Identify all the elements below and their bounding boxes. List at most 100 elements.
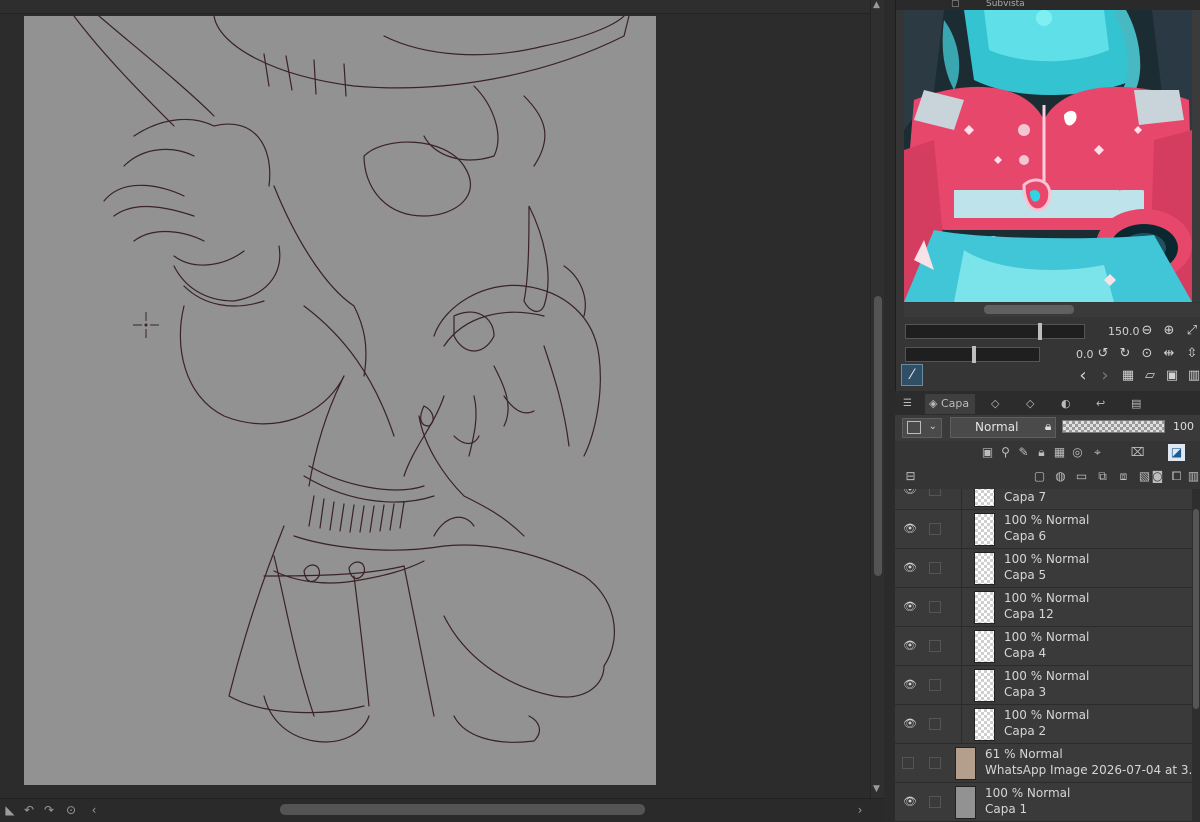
lock-transparency-icon[interactable]: ▦ <box>1051 444 1068 461</box>
subview-reference-image[interactable] <box>904 10 1192 302</box>
rotation-slider-knob[interactable] <box>972 346 976 363</box>
eye-icon[interactable]: 👁︎ <box>903 717 917 730</box>
zoom-fit-icon[interactable]: ◣ <box>2 802 18 818</box>
eye-icon[interactable]: 👁︎ <box>903 600 917 613</box>
eye-icon[interactable]: 👁︎ <box>903 489 917 496</box>
reset-rotation-icon[interactable]: ⊙ <box>1138 345 1156 363</box>
layer-edit-checkbox[interactable] <box>929 523 941 535</box>
panel-menu-icon[interactable]: ☰ <box>903 394 912 414</box>
canvas-workspace[interactable] <box>0 14 870 798</box>
layer-row[interactable]: 👁︎ 100 % Normal Capa 2 <box>895 705 1192 744</box>
visibility-checkbox[interactable] <box>902 757 914 769</box>
new-folder-icon[interactable]: ▭ <box>1073 468 1090 485</box>
grid-icon[interactable]: ▦ <box>1119 367 1137 385</box>
opacity-slider[interactable] <box>1062 420 1165 433</box>
combine-down-icon[interactable]: ⧈ <box>1115 468 1132 485</box>
trash-icon[interactable]: ▥ <box>1185 367 1200 385</box>
layer-edit-checkbox[interactable] <box>929 679 941 691</box>
tab-layer-property-icon[interactable]: ◇ <box>991 394 999 414</box>
tab-material-icon[interactable]: ▤ <box>1131 394 1141 414</box>
lock-icon[interactable]: 🔒︎ <box>1045 419 1051 434</box>
minus-circle-icon[interactable]: ⊖ <box>1138 322 1156 340</box>
layer-list[interactable]: 👁︎100 % NormalCapa 7👁︎100 % NormalCapa 6… <box>895 489 1192 822</box>
scroll-right-icon[interactable]: › <box>852 802 868 818</box>
layer-row[interactable]: 👁︎ 100 % NormalCapa 7 <box>895 489 1192 510</box>
layer-thumbnail <box>974 552 995 585</box>
chevron-right-icon[interactable]: › <box>1096 367 1114 385</box>
new-raster-layer-icon[interactable]: ▢ <box>1031 468 1048 485</box>
flip-vertical-icon[interactable]: ⇳ <box>1183 345 1200 363</box>
layer-panel-settings-icon[interactable]: ⊟ <box>902 468 919 485</box>
layer-edit-checkbox[interactable] <box>929 757 941 769</box>
tab-history-icon[interactable]: ↩ <box>1096 394 1105 414</box>
subview-vertical-scrollbar[interactable] <box>1192 10 1200 302</box>
layer-edit-checkbox[interactable] <box>929 489 941 496</box>
tab-color-icon[interactable]: ◐ <box>1061 394 1071 414</box>
reference-layer-icon[interactable]: ⚲ <box>997 444 1014 461</box>
layer-row[interactable]: 👁︎ 100 % Normal Capa 6 <box>895 510 1192 549</box>
eye-icon[interactable]: 👁︎ <box>903 561 917 574</box>
layer-edit-checkbox[interactable] <box>929 796 941 808</box>
enable-mask-icon[interactable]: ◎ <box>1069 444 1086 461</box>
chevron-left-icon[interactable]: ‹ <box>1074 367 1092 385</box>
eye-icon[interactable]: 👁︎ <box>903 639 917 652</box>
layer-row[interactable]: 👁︎ 100 % Normal Capa 1 <box>895 783 1192 822</box>
plus-circle-icon[interactable]: ⊕ <box>1160 322 1178 340</box>
lock-layer-icon[interactable]: 🔒︎ <box>1033 444 1050 461</box>
zoom-slider-knob[interactable] <box>1038 323 1042 340</box>
zoom-slider[interactable] <box>905 323 1085 340</box>
delete-layer-icon[interactable]: ▥ <box>1185 468 1200 485</box>
layer-edit-checkbox[interactable] <box>929 562 941 574</box>
layer-row[interactable]: 61 % Normal WhatsApp Image 2026-07-04 at … <box>895 744 1192 783</box>
layer-list-scrollbar[interactable] <box>1192 489 1200 822</box>
scroll-left-icon[interactable]: ‹ <box>86 802 102 818</box>
undo-icon[interactable]: ↶ <box>21 802 37 818</box>
eye-icon[interactable]: 👁︎ <box>903 522 917 535</box>
vertical-scroll-thumb[interactable] <box>874 296 882 576</box>
subview-horizontal-scrollbar[interactable] <box>904 303 1200 317</box>
scroll-down-icon[interactable]: ▼ <box>873 784 880 794</box>
redo-icon[interactable]: ↷ <box>41 802 57 818</box>
duplicate-layer-icon[interactable]: ⧠ <box>1168 468 1185 485</box>
eye-icon[interactable]: 👁︎ <box>903 795 917 808</box>
draft-layer-icon[interactable]: ✎ <box>1015 444 1032 461</box>
blend-mode-select[interactable]: Normal ⌄ <box>950 417 1056 438</box>
layer-row[interactable]: 👁︎ 100 % Normal Capa 3 <box>895 666 1192 705</box>
flip-horizontal-icon[interactable]: ⇹ <box>1160 345 1178 363</box>
layer-edit-checkbox[interactable] <box>929 718 941 730</box>
import-image-icon[interactable]: ▣ <box>1163 367 1181 385</box>
layer-color-swatch-icon[interactable]: ◪ <box>1168 444 1185 461</box>
layer-edit-checkbox[interactable] <box>929 640 941 652</box>
open-folder-icon[interactable]: ▱ <box>1141 367 1159 385</box>
rotation-slider[interactable] <box>905 346 1040 363</box>
layer-thumbnail <box>974 708 995 741</box>
horizontal-scroll-thumb[interactable] <box>280 804 645 815</box>
drawing-canvas[interactable] <box>24 16 656 785</box>
rotate-left-icon[interactable]: ↺ <box>1094 345 1112 363</box>
apply-mask-icon[interactable]: ◙ <box>1149 468 1166 485</box>
scroll-up-icon[interactable]: ▲ <box>873 0 880 10</box>
layer-row[interactable]: 👁︎ 100 % Normal Capa 4 <box>895 627 1192 666</box>
tab-layer-search-icon[interactable]: ◇ <box>1026 394 1034 414</box>
layer-color-icon[interactable]: ⌧ <box>1129 444 1146 461</box>
canvas-horizontal-scrollbar[interactable]: ◣ ↶ ↷ ⊙ ‹ › <box>0 798 884 822</box>
eyedropper-icon[interactable]: ⁄ <box>901 364 923 386</box>
reset-rotation-icon[interactable]: ⊙ <box>63 802 79 818</box>
canvas-vertical-scrollbar[interactable]: ▲ ▼ <box>870 0 884 798</box>
clip-layer-icon[interactable]: ▣ <box>979 444 996 461</box>
layer-edit-checkbox[interactable] <box>929 601 941 613</box>
eye-icon[interactable]: 👁︎ <box>903 678 917 691</box>
transfer-down-icon[interactable]: ⧉ <box>1094 468 1111 485</box>
layer-row[interactable]: 👁︎ 100 % Normal Capa 12 <box>895 588 1192 627</box>
layer-list-scroll-thumb[interactable] <box>1193 509 1199 709</box>
tab-layer[interactable]: ◈ Capa <box>925 394 976 414</box>
ruler-range-icon[interactable]: ⌖ <box>1089 444 1106 461</box>
layer-color-select[interactable]: ⌄ <box>902 418 942 438</box>
new-vector-layer-icon[interactable]: ◍ <box>1052 468 1069 485</box>
layer-row[interactable]: 👁︎ 100 % Normal Capa 5 <box>895 549 1192 588</box>
fit-window-icon[interactable]: ⤢ <box>1183 322 1200 340</box>
subview-tab-label[interactable]: Subvista <box>986 0 1025 10</box>
subview-scroll-thumb[interactable] <box>984 305 1074 314</box>
rotate-right-icon[interactable]: ↻ <box>1116 345 1134 363</box>
subview-tab-icon[interactable]: ▢ <box>951 0 960 10</box>
